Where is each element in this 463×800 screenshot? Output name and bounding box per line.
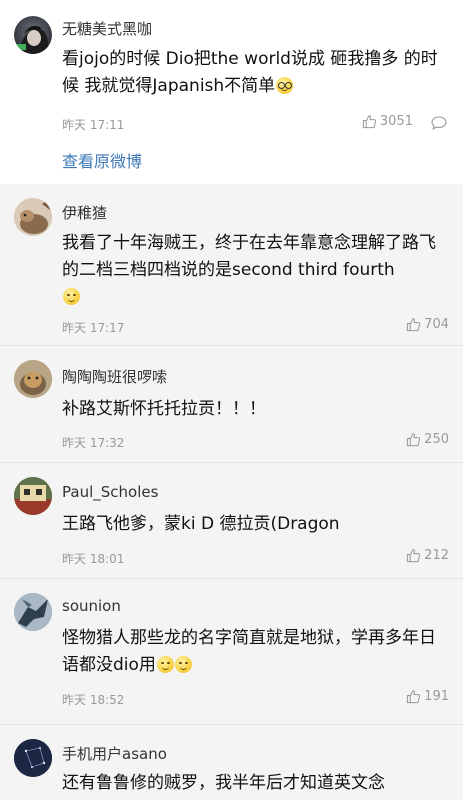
avatar[interactable] (14, 16, 52, 54)
top-comment-card: 无糖美式黑咖 看jojo的时候 Dio把the world说成 砸我撸多 的时候… (0, 0, 463, 185)
avatar[interactable] (14, 593, 52, 631)
like-count: 191 (424, 689, 449, 704)
comment-time: 昨天 17:17 (62, 321, 125, 335)
comment-time: 昨天 18:52 (62, 693, 125, 707)
comment-time: 昨天 17:32 (62, 436, 125, 450)
username[interactable]: Paul_Scholes (62, 483, 158, 501)
comment-time: 昨天 17:11 (62, 118, 125, 132)
comment-text: 补路艾斯怀托托拉贡！！！ (62, 399, 266, 419)
smile-emoji-icon (174, 656, 192, 673)
avatar-image (14, 360, 52, 398)
avatar[interactable] (14, 198, 52, 236)
comment-bubble-icon[interactable] (431, 116, 447, 130)
thumbs-up-icon (362, 115, 376, 129)
thumbs-up-icon (407, 318, 421, 332)
thumbs-up-icon (407, 549, 421, 563)
like-count: 212 (424, 548, 449, 563)
view-original-link[interactable]: 查看原微博 (62, 148, 142, 172)
comment-list: 伊稚猹 我看了十年海贼王，终于在去年靠意念理解了路飞的二档三档四档说的是seco… (0, 184, 463, 800)
avatar-image (16, 26, 48, 54)
avatar-image (14, 593, 52, 631)
comment-time: 昨天 18:01 (62, 552, 125, 566)
comment-text: 我看了十年海贼王，终于在去年靠意念理解了路飞的二档三档四档说的是second t… (62, 230, 452, 311)
smile-emoji-icon (63, 288, 80, 305)
like-button[interactable]: 250 (406, 432, 449, 447)
username[interactable]: sounion (62, 597, 121, 615)
username[interactable]: 手机用户asano (62, 743, 167, 764)
list-item: sounion 怪物猎人那些龙的名字简直就是地狱，学再多年日语都没dio用 昨天… (0, 579, 463, 724)
avatar[interactable] (14, 477, 52, 515)
smile-emoji-icon (156, 656, 174, 673)
comment-text: 怪物猎人那些龙的名字简直就是地狱，学再多年日语都没dio用 (62, 628, 436, 675)
username[interactable]: 无糖美式黑咖 (62, 18, 152, 39)
like-button[interactable]: 704 (406, 317, 449, 332)
list-item: 手机用户asano 还有鲁鲁修的贼罗，我半年后才知道英文念 (0, 725, 463, 800)
username[interactable]: 伊稚猹 (62, 202, 107, 223)
like-count: 3051 (379, 114, 413, 129)
avatar[interactable] (14, 360, 52, 398)
like-count: 250 (424, 432, 449, 447)
comment-text: 还有鲁鲁修的贼罗，我半年后才知道英文念 (62, 773, 385, 793)
comment-text: 看jojo的时候 Dio把the world说成 砸我撸多 的时候 我就觉得Ja… (62, 49, 438, 96)
list-item: 陶陶陶班很啰嗦 补路艾斯怀托托拉贡！！！ 昨天 17:32 250 (0, 346, 463, 462)
comment-text: 王路飞他爹，蒙ki D 德拉贡(Dragon (62, 514, 340, 534)
avatar[interactable] (14, 739, 52, 777)
like-count: 704 (424, 317, 449, 332)
like-button[interactable]: 212 (406, 548, 449, 563)
thumbs-up-icon (407, 690, 421, 704)
like-button[interactable]: 191 (406, 689, 449, 704)
list-item: 伊稚猹 我看了十年海贼王，终于在去年靠意念理解了路飞的二档三档四档说的是seco… (0, 184, 463, 344)
list-item: Paul_Scholes 王路飞他爹，蒙ki D 德拉贡(Dragon 昨天 1… (0, 463, 463, 578)
avatar-image (14, 477, 52, 515)
glasses-emoji-icon (276, 77, 294, 94)
avatar-image (14, 198, 52, 236)
thumbs-up-icon (407, 433, 421, 447)
avatar-image (14, 739, 52, 777)
username[interactable]: 陶陶陶班很啰嗦 (62, 366, 167, 387)
like-button[interactable]: 3051 (362, 114, 413, 129)
